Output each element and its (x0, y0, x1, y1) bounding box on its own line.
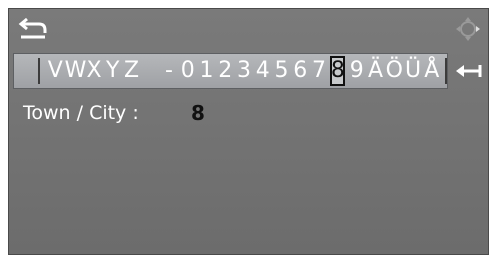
speller-char[interactable]: 2 (216, 56, 235, 86)
controller-icon (456, 17, 480, 41)
speller-char[interactable]: Ä (366, 56, 385, 86)
town-city-label: Town / City : (23, 102, 139, 124)
speller-char[interactable]: Ö (385, 56, 404, 86)
back-arrow-icon (18, 17, 47, 39)
speller-char[interactable]: 4 (253, 56, 272, 86)
controller-indicator (454, 15, 482, 43)
back-button[interactable] (17, 15, 51, 43)
character-speller[interactable]: V W X Y Z - 0 1 2 3 4 5 6 7 8 9 Ä Ö Ü Å (13, 53, 448, 89)
speller-char[interactable]: 0 (178, 56, 197, 86)
speller-char[interactable]: Å (422, 56, 441, 86)
speller-char[interactable]: 6 (291, 56, 310, 86)
top-bar (9, 9, 488, 49)
delete-button[interactable] (452, 53, 486, 89)
speller-char[interactable]: Y (103, 56, 122, 86)
delete-arrow-icon (456, 65, 482, 77)
speller-char[interactable]: V (46, 56, 65, 86)
speller-char[interactable]: 3 (235, 56, 254, 86)
nav-screen: V W X Y Z - 0 1 2 3 4 5 6 7 8 9 Ä Ö Ü Å … (8, 8, 489, 255)
speller-right-border (445, 58, 447, 84)
speller-char[interactable]: X (85, 56, 104, 86)
speller-char[interactable]: - (160, 56, 179, 86)
speller-char-selected[interactable]: 8 (330, 56, 346, 86)
town-city-value: 8 (191, 101, 205, 125)
speller-char[interactable]: Ü (404, 56, 423, 86)
speller-char[interactable]: 1 (197, 56, 216, 86)
speller-char[interactable]: 5 (272, 56, 291, 86)
speller-char[interactable]: 7 (310, 56, 329, 86)
speller-left-border (38, 58, 40, 84)
speller-char[interactable]: 9 (347, 56, 366, 86)
speller-char[interactable]: Z (122, 56, 141, 86)
speller-char[interactable]: W (65, 56, 87, 86)
